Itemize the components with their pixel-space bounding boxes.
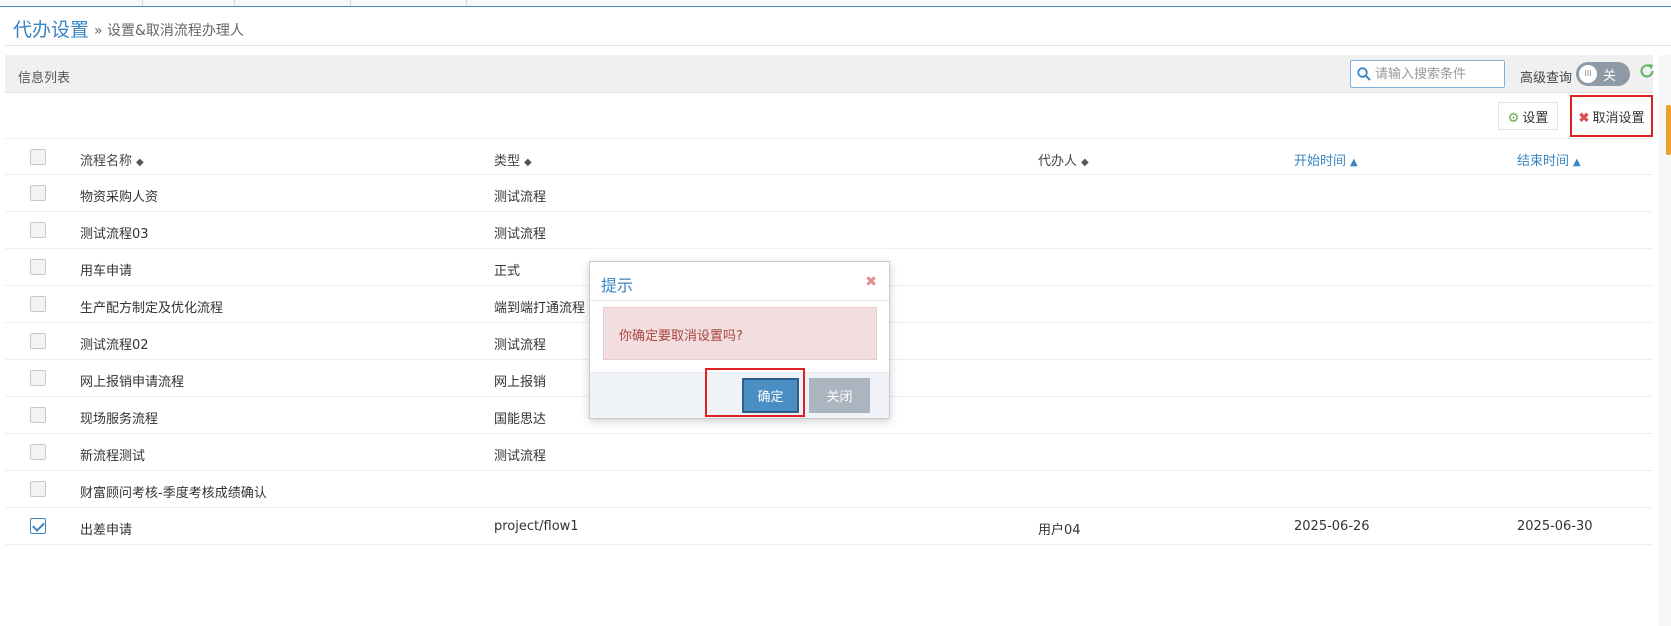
column-header-end-time[interactable]: 结束时间 ▲	[1517, 150, 1581, 169]
cell-type: 正式	[494, 264, 521, 279]
dialog-message: 你确定要取消设置吗?	[619, 329, 743, 344]
sort-icon: ◆	[1081, 157, 1089, 168]
dialog-message-box: 你确定要取消设置吗?	[603, 307, 877, 360]
cell-type: 测试流程	[494, 449, 547, 464]
scrollbar-handle[interactable]	[1666, 105, 1671, 155]
cell-type: 国能思达	[494, 412, 547, 427]
row-checkbox[interactable]	[30, 222, 46, 238]
sort-asc-icon: ▲	[1573, 157, 1581, 168]
select-all-checkbox[interactable]	[30, 149, 46, 165]
breadcrumb: » 设置&取消流程办理人	[94, 23, 244, 39]
sort-icon: ◆	[524, 157, 532, 168]
dialog-close-icon[interactable]: ✖	[865, 274, 877, 290]
confirm-button[interactable]: 确定	[742, 378, 799, 413]
dialog-title: 提示	[601, 276, 634, 295]
cell-type: 端到端打通流程	[494, 301, 586, 316]
row-checkbox[interactable]	[30, 259, 46, 275]
toggle-knob: III	[1579, 65, 1597, 83]
table-row[interactable]: 新流程测试 测试流程	[5, 434, 1653, 471]
advanced-query-toggle[interactable]: III 关	[1576, 62, 1630, 86]
row-checkbox[interactable]	[30, 185, 46, 201]
cell-end-time: 2025-06-30	[1517, 519, 1593, 534]
action-toolbar: ⚙ 设置 ✖ 取消设置	[5, 93, 1653, 138]
cell-process-name: 测试流程02	[80, 338, 149, 353]
gear-icon: ⚙	[1507, 109, 1520, 125]
search-input[interactable]	[1375, 65, 1500, 83]
cell-process-name: 财富顾问考核-季度考核成绩确认	[80, 486, 267, 501]
set-button[interactable]: ⚙ 设置	[1498, 102, 1558, 130]
cell-type: 测试流程	[494, 338, 547, 353]
table-row[interactable]: 财富顾问考核-季度考核成绩确认	[5, 471, 1653, 508]
row-checkbox[interactable]	[30, 518, 46, 534]
column-header-name[interactable]: 流程名称 ◆	[80, 150, 144, 169]
cell-process-name: 网上报销申请流程	[80, 375, 185, 390]
dialog-close-button[interactable]: 关闭	[809, 378, 870, 413]
table-header-row: 流程名称 ◆ 类型 ◆ 代办人 ◆ 开始时间 ▲ 结束时间 ▲	[5, 138, 1653, 175]
cell-type: project/flow1	[494, 519, 579, 534]
toggle-state-label: 关	[1603, 69, 1617, 84]
info-list-header: 信息列表 高级查询 III 关	[5, 55, 1656, 93]
advanced-query-label: 高级查询	[1520, 71, 1573, 86]
row-checkbox[interactable]	[30, 370, 46, 386]
sort-icon: ◆	[136, 157, 144, 168]
cancel-setting-label: 取消设置	[1592, 109, 1645, 125]
cell-type: 测试流程	[494, 190, 547, 205]
info-list-label: 信息列表	[18, 71, 71, 86]
page-title: 代办设置	[13, 19, 90, 41]
sort-asc-icon: ▲	[1350, 157, 1358, 168]
cell-process-name: 新流程测试	[80, 449, 146, 464]
cancel-setting-button[interactable]: ✖ 取消设置	[1570, 95, 1653, 137]
column-header-start-time[interactable]: 开始时间 ▲	[1294, 150, 1358, 169]
confirm-dialog: 提示 ✖ 你确定要取消设置吗? 确定 关闭	[589, 261, 890, 419]
column-header-type[interactable]: 类型 ◆	[494, 150, 532, 169]
page-header: 代办设置 » 设置&取消流程办理人	[0, 7, 1671, 53]
row-checkbox[interactable]	[30, 444, 46, 460]
cell-type: 测试流程	[494, 227, 547, 242]
row-checkbox[interactable]	[30, 481, 46, 497]
table-row[interactable]: 物资采购人资 测试流程	[5, 175, 1653, 212]
cell-start-time: 2025-06-26	[1294, 519, 1370, 534]
refresh-icon[interactable]	[1638, 62, 1656, 80]
cell-process-name: 测试流程03	[80, 227, 149, 242]
table-row[interactable]: 出差申请 project/flow1 用户04 2025-06-26 2025-06-3…	[5, 508, 1653, 545]
set-button-label: 设置	[1522, 109, 1549, 125]
header-divider	[5, 45, 1671, 46]
cell-process-name: 用车申请	[80, 264, 133, 279]
cell-type: 网上报销	[494, 375, 547, 390]
cell-process-name: 生产配方制定及优化流程	[80, 301, 224, 316]
row-checkbox[interactable]	[30, 407, 46, 423]
column-header-agent[interactable]: 代办人 ◆	[1038, 150, 1089, 169]
row-checkbox[interactable]	[30, 333, 46, 349]
search-icon	[1357, 67, 1371, 81]
cell-process-name: 出差申请	[80, 523, 133, 538]
dialog-footer: 确定 关闭	[590, 368, 889, 418]
row-checkbox[interactable]	[30, 296, 46, 312]
cell-process-name: 现场服务流程	[80, 412, 159, 427]
close-icon: ✖	[1578, 109, 1590, 125]
tab-divider	[466, 0, 467, 6]
dialog-divider	[590, 300, 889, 301]
table-row[interactable]: 测试流程03 测试流程	[5, 212, 1653, 249]
search-box[interactable]	[1350, 60, 1505, 88]
tab-divider	[350, 0, 351, 6]
top-tab-strip	[0, 0, 1671, 7]
cell-agent: 用户04	[1038, 523, 1081, 538]
tab-divider	[234, 0, 235, 6]
cell-process-name: 物资采购人资	[80, 190, 159, 205]
tab-divider	[142, 0, 143, 6]
